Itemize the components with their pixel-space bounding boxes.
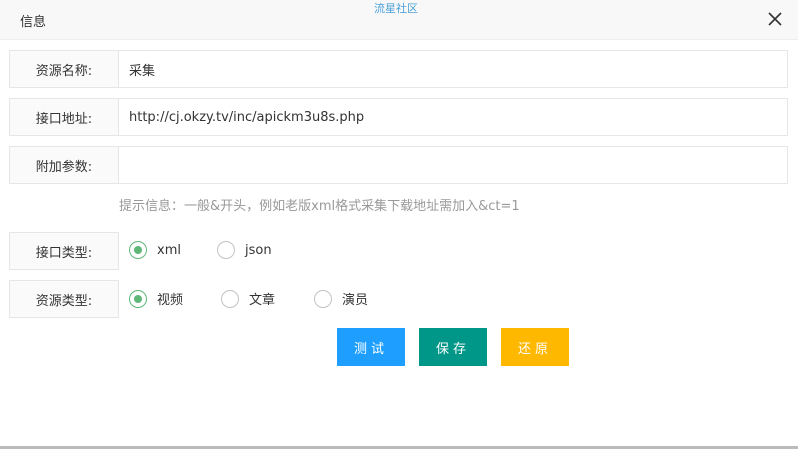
resource-type-radio-actor[interactable]: 演员 <box>314 289 368 308</box>
resource-type-row: 资源类型: 视频 文章 演员 <box>9 280 788 318</box>
api-url-row: 接口地址: <box>9 98 788 136</box>
resource-type-label: 资源类型: <box>9 280 119 318</box>
api-type-option-label: xml <box>157 242 181 258</box>
resource-type-radio-article[interactable]: 文章 <box>221 289 275 308</box>
resource-type-option-label: 文章 <box>249 293 276 308</box>
api-type-radio-xml[interactable]: xml <box>129 241 181 259</box>
resource-type-radio-video[interactable]: 视频 <box>129 289 183 308</box>
api-type-label: 接口类型: <box>9 232 119 270</box>
extra-params-label: 附加参数: <box>9 146 119 184</box>
api-url-label: 接口地址: <box>9 98 119 136</box>
dialog-titlebar: 信息 流星社区 <box>0 0 798 40</box>
dialog-title: 信息 <box>20 15 47 30</box>
api-type-radio-json[interactable]: json <box>217 241 272 259</box>
radio-unchecked-icon <box>314 289 332 308</box>
api-url-field-wrap <box>118 98 788 136</box>
hint-text: 提示信息：一般&开头，例如老版xml格式采集下载地址需加入&ct=1 <box>119 199 520 214</box>
reset-button[interactable]: 还原 <box>501 328 569 366</box>
radio-unchecked-icon <box>221 289 239 308</box>
save-button[interactable]: 保存 <box>419 328 487 366</box>
resource-type-option-label: 演员 <box>342 293 369 308</box>
radio-checked-icon <box>129 241 147 259</box>
test-button[interactable]: 测试 <box>337 328 405 366</box>
api-url-input[interactable] <box>119 99 787 135</box>
resource-name-input[interactable] <box>119 51 787 87</box>
close-icon[interactable] <box>766 10 784 28</box>
api-type-row: 接口类型: xml json <box>9 232 788 270</box>
watermark-text: 流星社区 <box>374 2 418 15</box>
api-type-option-label: json <box>245 242 272 258</box>
resource-name-label: 资源名称: <box>9 50 119 88</box>
resource-name-field-wrap <box>118 50 788 88</box>
resource-type-option-label: 视频 <box>157 293 184 308</box>
extra-params-row: 附加参数: <box>9 146 788 184</box>
resource-name-row: 资源名称: <box>9 50 788 88</box>
extra-params-input[interactable] <box>119 147 787 183</box>
extra-params-field-wrap <box>118 146 788 184</box>
radio-checked-icon <box>129 289 147 308</box>
radio-unchecked-icon <box>217 241 235 259</box>
